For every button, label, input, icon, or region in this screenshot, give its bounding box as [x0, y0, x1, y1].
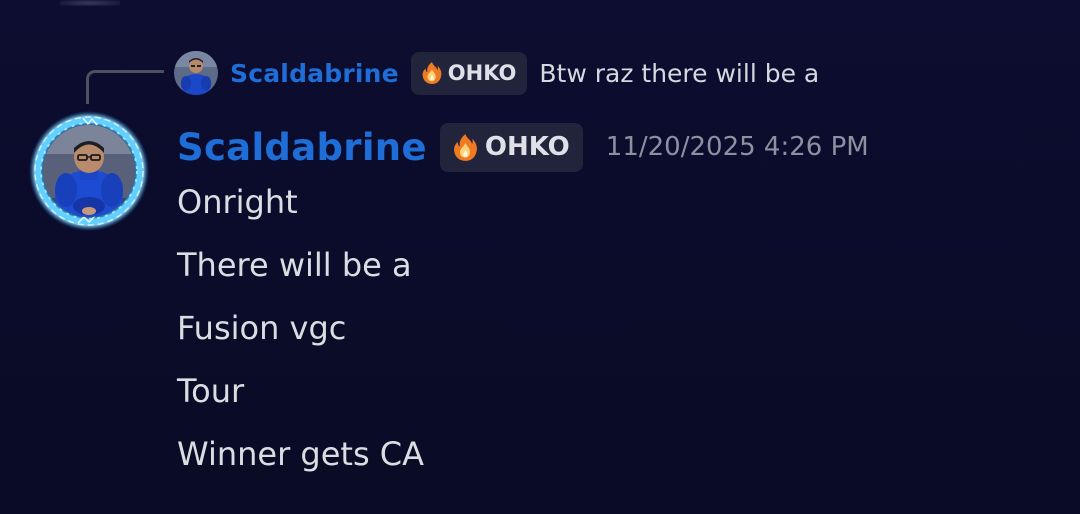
author-avatar[interactable] [28, 110, 150, 232]
reply-username[interactable]: Scaldabrine [230, 59, 399, 88]
flame-icon [422, 62, 442, 84]
message-header: Scaldabrine OHKO 11/20/2025 4:26 PM [177, 122, 869, 172]
message-line: Winner gets CA [177, 435, 425, 473]
message-content: Onright There will be a Fusion vgc Tour … [177, 180, 424, 495]
message-line: Fusion vgc [177, 309, 347, 347]
message-timestamp[interactable]: 11/20/2025 4:26 PM [606, 132, 869, 162]
reply-avatar[interactable] [174, 51, 218, 95]
reply-message-text[interactable]: Btw raz there will be a [539, 59, 819, 88]
message-line: There will be a [177, 246, 412, 284]
reply-connector-line [86, 70, 164, 104]
author-username[interactable]: Scaldabrine [177, 126, 427, 169]
flame-icon [453, 133, 477, 161]
reply-guild-tag-label: OHKO [447, 61, 517, 85]
message-line: Onright [177, 183, 298, 221]
author-guild-tag[interactable]: OHKO [439, 122, 583, 172]
reply-preview[interactable]: Scaldabrine OHKO Btw raz there will be a [174, 51, 819, 95]
message-line: Tour [177, 372, 245, 410]
author-guild-tag-label: OHKO [484, 132, 570, 162]
reply-guild-tag[interactable]: OHKO [410, 51, 528, 95]
scroll-fade [60, 0, 120, 6]
